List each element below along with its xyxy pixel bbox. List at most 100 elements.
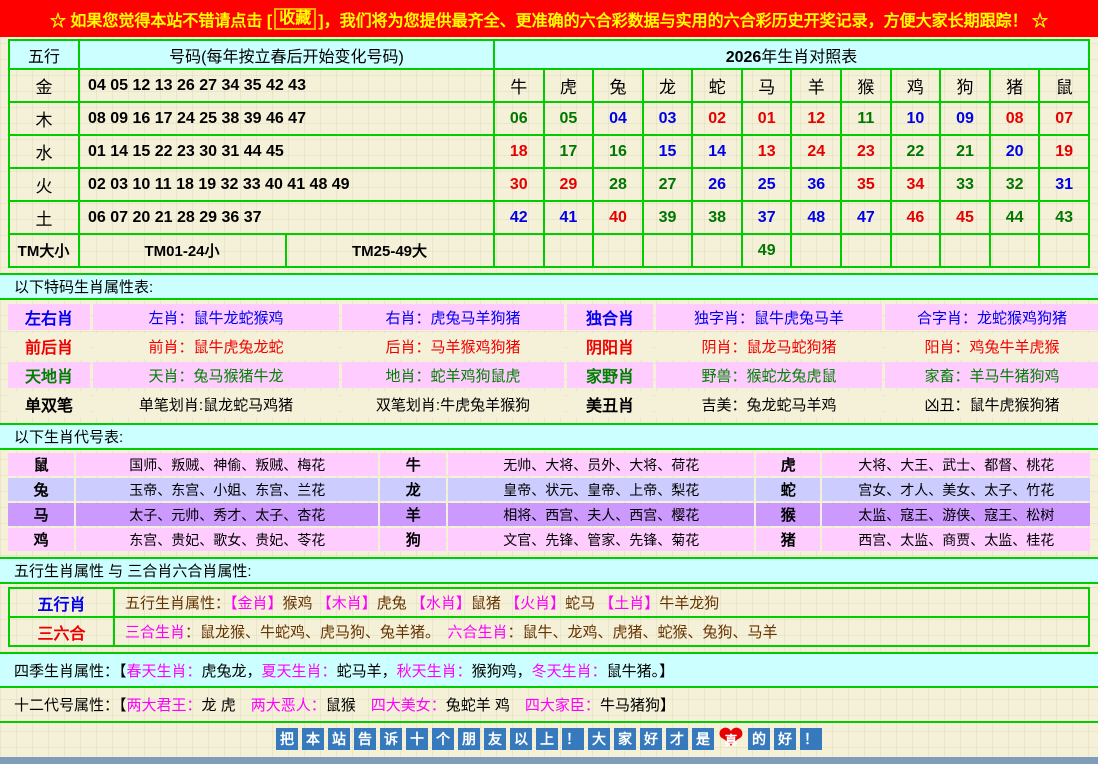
zodiac-number-cell: 20: [990, 135, 1040, 168]
element-numbers: 08 09 16 17 24 25 38 39 46 47: [79, 102, 494, 135]
zodiac-number-cell: 29: [544, 168, 594, 201]
attr-cell: 前肖：鼠牛虎兔龙蛇: [93, 333, 339, 359]
attr-cell: 阳肖：鸡兔牛羊虎猴: [885, 333, 1098, 359]
zodiac-number-cell: 45: [940, 201, 990, 234]
footer-char-tile: ！: [562, 728, 584, 750]
code-names-cell: 东宫、贵妃、歌女、贵妃、苓花: [76, 528, 378, 551]
attr-cell: 右肖：虎兔马羊狗猪: [342, 304, 564, 330]
zodiac-number-cell: 36: [791, 168, 841, 201]
zodiac-number-cell: 32: [990, 168, 1040, 201]
zodiac-name-cell: 羊: [791, 69, 841, 102]
attr-cell: 地肖：蛇羊鸡狗鼠虎: [342, 362, 564, 388]
zodiac-number-cell: [841, 234, 891, 267]
footer-char-tile: 告: [354, 728, 376, 750]
year-zodiac-header: 2026年生肖对照表: [494, 40, 1089, 69]
text-segment: 鼠猴: [326, 694, 371, 715]
zodiac-number-cell: 24: [791, 135, 841, 168]
element-numbers: 04 05 12 13 26 27 34 35 42 43: [79, 69, 494, 102]
zodiac-name-cell: 马: [742, 69, 792, 102]
text-segment: ：鼠牛、龙鸡、虎猪、蛇猴、兔狗、马羊: [508, 624, 778, 641]
text-segment: 六合生肖: [448, 624, 508, 641]
wuxing-column-header: 五行: [9, 40, 79, 69]
zodiac-name-cell: 鼠: [1039, 69, 1089, 102]
favorite-link[interactable]: 收藏: [274, 8, 316, 30]
zodiac-number-cell: 31: [1039, 168, 1089, 201]
attr-cell: 家畜：羊马牛猪狗鸡: [885, 362, 1098, 388]
footer-char-tile: 的: [748, 728, 770, 750]
wuxing-sanhe-table: 五行肖 五行生肖属性：【金肖】猴鸡 【木肖】虎兔 【水肖】鼠猪 【火肖】蛇马 【…: [8, 587, 1090, 647]
text-segment: 【金肖】: [230, 595, 283, 612]
zodiac-number-cell: 44: [990, 201, 1040, 234]
text-segment: 三合生肖: [125, 624, 185, 641]
text-segment: 夏天生肖：: [262, 660, 337, 681]
code-zodiac-label: 牛: [380, 453, 446, 476]
code-zodiac-label: 龙: [380, 478, 446, 501]
zodiac-number-cell: [891, 234, 941, 267]
footer-char-tile: 是: [692, 728, 714, 750]
code-zodiac-label: 马: [8, 503, 74, 526]
zodiac-number-cell: 12: [791, 102, 841, 135]
numbers-column-header: 号码(每年按立春后开始变化号码): [79, 40, 494, 69]
code-zodiac-label: 羊: [380, 503, 446, 526]
text-segment: 牛马猪狗】: [600, 694, 675, 715]
zodiac-number-cell: 46: [891, 201, 941, 234]
attr-left-label: 天地肖: [8, 362, 90, 388]
sanliuhe-row-label: 三六合: [9, 617, 114, 646]
zodiac-number-cell: 21: [940, 135, 990, 168]
zodiac-name-cell: 虎: [544, 69, 594, 102]
code-row: 鼠 国师、叛贼、神偷、叛贼、梅花 牛 无帅、大将、员外、大将、荷花 虎 大将、大…: [8, 453, 1090, 476]
zodiac-number-cell: 23: [841, 135, 891, 168]
text-segment: 【木肖】: [317, 595, 377, 612]
wuxing-row-label: 五行肖: [9, 588, 114, 617]
code-zodiac-label: 鸡: [8, 528, 74, 551]
zodiac-number-cell: 35: [841, 168, 891, 201]
zodiac-number-cell: 19: [1039, 135, 1089, 168]
text-segment: 蛇马: [565, 595, 599, 612]
zodiac-number-cell: 10: [891, 102, 941, 135]
code-names-cell: 皇帝、状元、皇帝、上帝、梨花: [448, 478, 754, 501]
footer-char-tile: 大: [588, 728, 610, 750]
text-segment: 虎兔: [377, 595, 411, 612]
attr-cell: 后肖：马羊猴鸡狗猪: [342, 333, 564, 359]
text-segment: 虎兔龙，: [202, 660, 262, 681]
code-row: 马 太子、元帅、秀才、太子、杏花 羊 相将、西宫、夫人、西宫、樱花 猴 太监、寇…: [8, 503, 1090, 526]
footer-char-tile: 上: [536, 728, 558, 750]
footer-char-tile: 诉: [380, 728, 402, 750]
element-numbers: 06 07 20 21 28 29 36 37: [79, 201, 494, 234]
text-segment: 五行生肖属性：: [125, 595, 230, 612]
attr-left-label: 左右肖: [8, 304, 90, 330]
main-table-header-row: 五行 号码(每年按立春后开始变化号码) 2026年生肖对照表: [9, 40, 1089, 69]
attr-right-label: 美丑肖: [567, 391, 653, 417]
code-names-cell: 国师、叛贼、神偷、叛贼、梅花: [76, 453, 378, 476]
zodiac-number-cell: 13: [742, 135, 792, 168]
zodiac-number-cell: 30: [494, 168, 544, 201]
attr-cell: 凶丑：鼠牛虎猴狗猪: [885, 391, 1098, 417]
code-row: 兔 玉帝、东宫、小姐、东宫、兰花 龙 皇帝、状元、皇帝、上帝、梨花 蛇 宫女、才…: [8, 478, 1090, 501]
zodiac-number-cell: 04: [593, 102, 643, 135]
element-label: 金: [9, 69, 79, 102]
footer-char-tile: 家: [614, 728, 636, 750]
text-segment: 四大家臣：: [525, 694, 600, 715]
text-segment: 兔蛇羊 鸡: [446, 694, 525, 715]
text-segment: 猴鸡: [283, 595, 317, 612]
footer-char-tile: 才: [666, 728, 688, 750]
zodiac-name-cell: 猴: [841, 69, 891, 102]
year-suffix-label: 年生肖对照表: [761, 49, 857, 66]
zodiac-number-cell: 26: [692, 168, 742, 201]
zodiac-number-cell: 15: [643, 135, 693, 168]
code-names-cell: 无帅、大将、员外、大将、荷花: [448, 453, 754, 476]
wuxing-section-title: 五行生肖属性 与 三合肖六合肖属性:: [0, 557, 1098, 584]
zodiac-codename-table: 鼠 国师、叛贼、神偷、叛贼、梅花 牛 无帅、大将、员外、大将、荷花 虎 大将、大…: [6, 451, 1092, 553]
text-segment: 牛羊龙狗: [659, 595, 719, 612]
code-names-cell: 相将、西宫、夫人、西宫、樱花: [448, 503, 754, 526]
text-segment: 龙 虎: [202, 694, 251, 715]
zodiac-name-cell: 鸡: [891, 69, 941, 102]
text-segment: 两大君王：: [127, 694, 202, 715]
code-zodiac-label: 兔: [8, 478, 74, 501]
code-names-cell: 宫女、才人、美女、太子、竹花: [822, 478, 1090, 501]
tm-size-row: TM大小TM01-24小TM25-49大49: [9, 234, 1089, 267]
footer-char: 真: [724, 730, 737, 749]
zodiac-number-cell: 11: [841, 102, 891, 135]
element-numbers: 02 03 10 11 18 19 32 33 40 41 48 49: [79, 168, 494, 201]
tm-small-range: TM01-24小: [79, 234, 286, 267]
